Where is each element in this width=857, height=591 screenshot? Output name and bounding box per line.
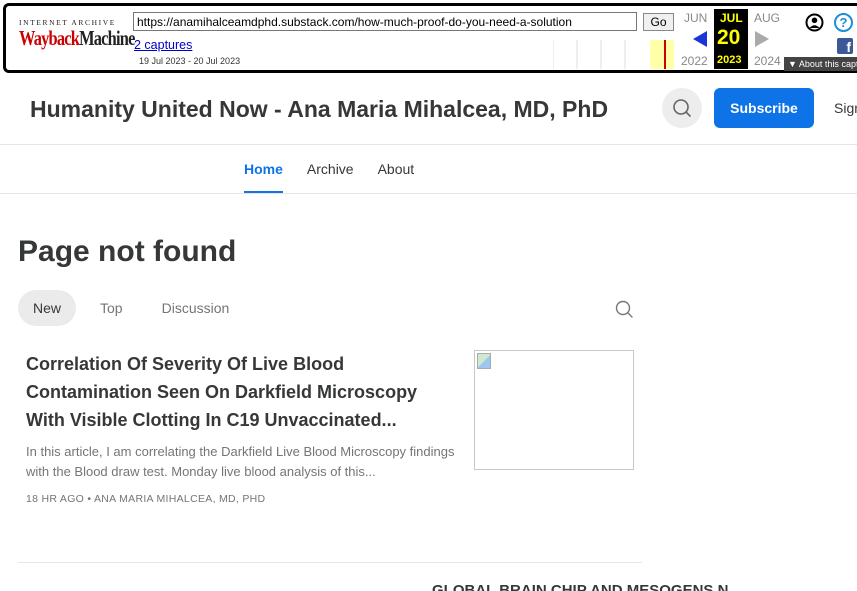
- nav-divider: [0, 193, 857, 194]
- wayback-logo[interactable]: WaybackMachine: [19, 26, 135, 51]
- tab-new[interactable]: New: [18, 290, 77, 326]
- capture-date-range: 19 Jul 2023 - 20 Jul 2023: [139, 56, 241, 66]
- month-next-label: AUG: [754, 11, 781, 25]
- main-nav: Home Archive About: [244, 161, 414, 193]
- capture-day-label: 20: [717, 26, 741, 49]
- post-meta: 18 HR AGO • ANA MARIA MIHALCEA, MD, PHD: [26, 493, 266, 505]
- wayback-logo-part2: Machine: [79, 26, 135, 50]
- wayback-toolbar: INTERNET ARCHIVE WaybackMachine Go 2 cap…: [0, 0, 857, 76]
- next-arrow-icon: [755, 31, 769, 47]
- header-divider: [0, 144, 857, 145]
- post-title[interactable]: Correlation Of Severity Of Live Blood Co…: [26, 350, 451, 434]
- site-title[interactable]: Humanity United Now - Ana Maria Mihalcea…: [30, 96, 608, 123]
- header-search-button[interactable]: [662, 88, 702, 128]
- post-thumbnail[interactable]: [474, 350, 634, 470]
- search-icon: [673, 99, 691, 117]
- year-current-label: 2023: [717, 54, 742, 66]
- captures-link[interactable]: 2 captures: [134, 38, 192, 52]
- year-prev-label[interactable]: 2022: [681, 54, 708, 68]
- facebook-icon[interactable]: f: [837, 38, 853, 55]
- post-excerpt[interactable]: In this article, I am correlating the Da…: [26, 442, 456, 482]
- prev-arrow-icon[interactable]: [693, 31, 707, 47]
- post-divider: [18, 562, 642, 563]
- post-title[interactable]: GLOBAL BRAIN CHIP AND MESOGENS N: [432, 582, 728, 591]
- nav-about[interactable]: About: [378, 161, 415, 193]
- nav-archive[interactable]: Archive: [307, 161, 354, 193]
- subscribe-button[interactable]: Subscribe: [714, 88, 814, 128]
- wayback-logo-part1: Wayback: [19, 26, 80, 50]
- month-current-label: JUL: [720, 11, 743, 25]
- broken-image-icon: [477, 353, 491, 369]
- signin-link[interactable]: Sign in: [834, 100, 857, 116]
- post-sort-tabs: New Top Discussion: [18, 290, 253, 326]
- wayback-go-button[interactable]: Go: [643, 13, 674, 31]
- month-prev-label[interactable]: JUN: [684, 11, 707, 25]
- about-capture-button[interactable]: ▼ About this capture: [784, 57, 857, 71]
- help-icon[interactable]: ?: [834, 13, 853, 32]
- tab-discussion[interactable]: Discussion: [147, 290, 245, 326]
- capture-sparkline[interactable]: [553, 40, 677, 69]
- nav-home[interactable]: Home: [244, 161, 283, 193]
- year-next-label: 2024: [754, 54, 781, 68]
- page-heading: Page not found: [18, 235, 237, 268]
- tab-top[interactable]: Top: [85, 290, 138, 326]
- wayback-url-input[interactable]: [133, 12, 637, 31]
- user-icon[interactable]: [805, 13, 824, 32]
- search-icon[interactable]: [613, 298, 635, 320]
